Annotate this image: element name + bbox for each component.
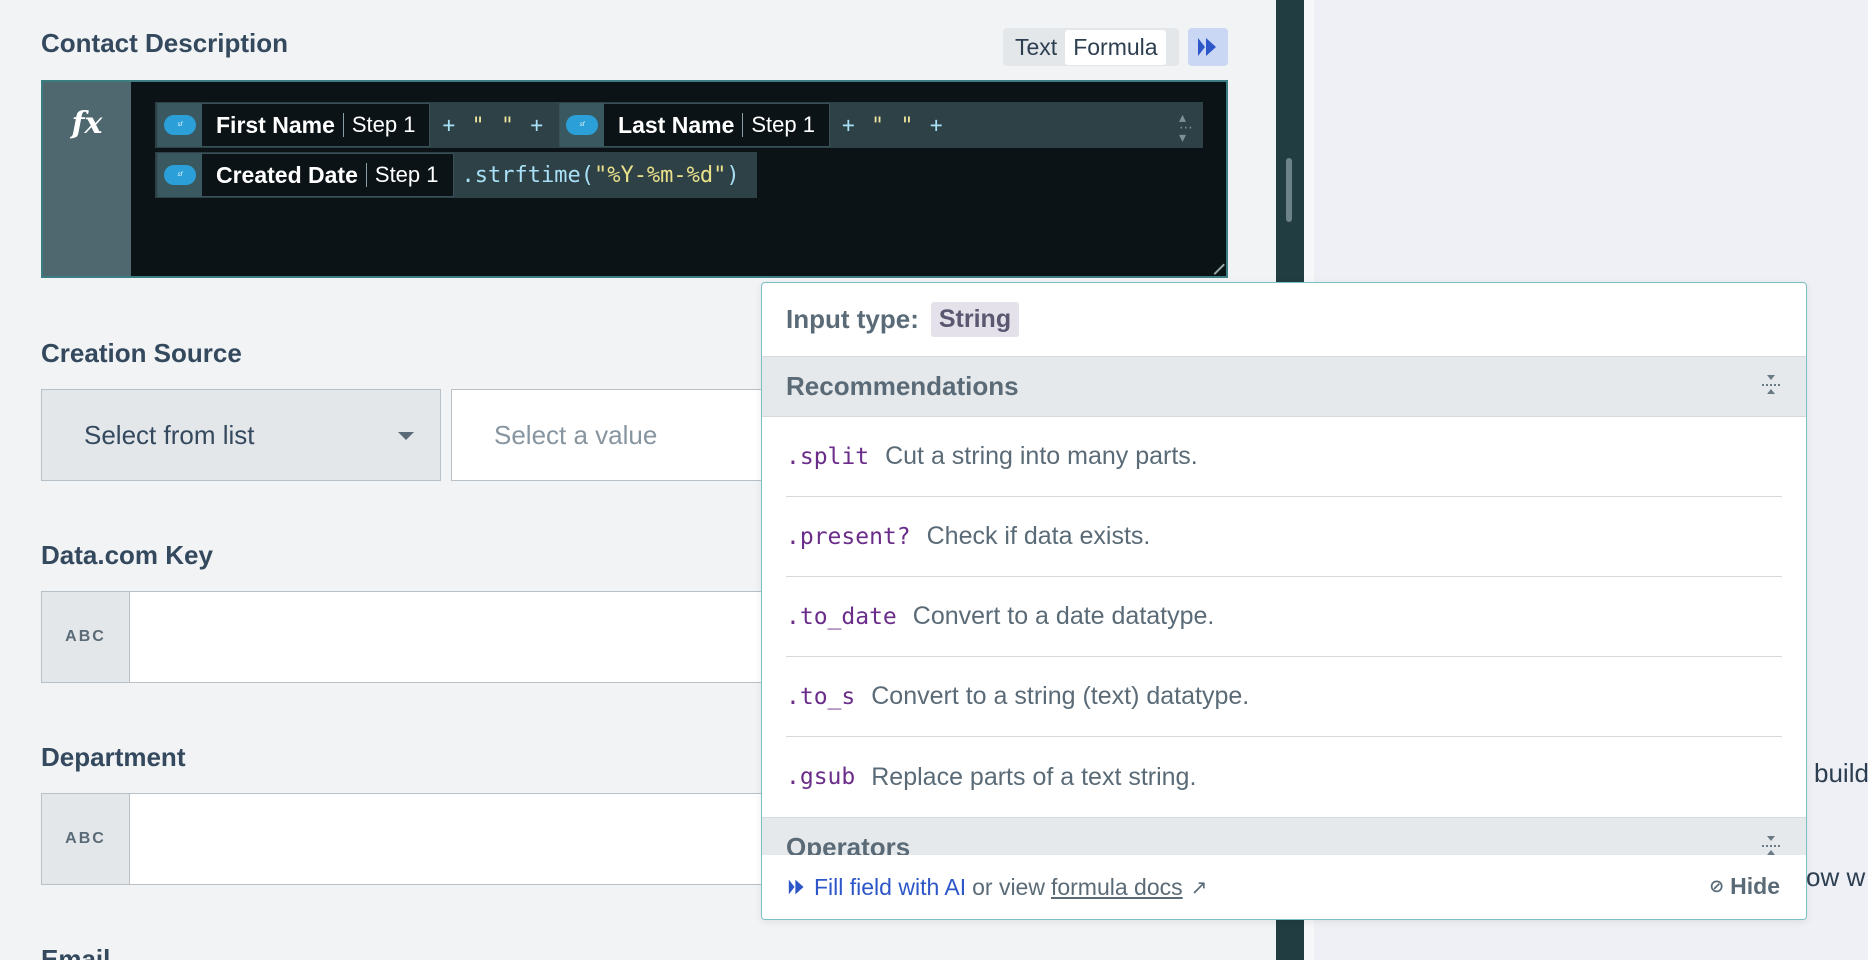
datapill-name: First Name xyxy=(216,111,335,138)
fx-label: fx xyxy=(43,82,131,276)
fill-with-ai-text: Fill field with AI xyxy=(814,873,967,900)
contact-description-label: Contact Description xyxy=(41,28,289,58)
recommendation-desc: Convert to a string (text) datatype. xyxy=(871,682,1250,710)
datacom-key-input[interactable]: ABC xyxy=(41,591,821,683)
ai-assist-button[interactable] xyxy=(1188,28,1228,66)
recommendation-method: .split xyxy=(786,443,870,470)
recommendation-desc: Check if data exists. xyxy=(926,522,1151,550)
datacom-key-label: Data.com Key xyxy=(41,540,213,570)
text-type-icon: ABC xyxy=(42,794,130,884)
recommendation-item[interactable]: .to_date Convert to a date datatype. xyxy=(786,577,1782,657)
datapill-separator xyxy=(342,113,344,137)
recommendation-item[interactable]: .split Cut a string into many parts. xyxy=(786,417,1782,497)
recommendation-method: .gsub xyxy=(786,764,856,790)
text-type-icon: ABC xyxy=(42,592,130,682)
collapse-icon[interactable] xyxy=(1762,375,1780,395)
text-formula-toggle[interactable]: Text Formula xyxy=(1003,28,1179,66)
external-link-icon: ↗ xyxy=(1190,876,1208,899)
recommendation-method: .to_s xyxy=(786,683,856,710)
recommendations-title: Recommendations xyxy=(786,371,1019,401)
input-type-badge: String xyxy=(930,302,1020,337)
department-input[interactable]: ABC xyxy=(41,793,821,885)
datapill-name: Last Name xyxy=(618,111,735,138)
hide-label: Hide xyxy=(1730,873,1780,899)
dropdown-value: Select from list xyxy=(84,419,255,450)
resize-handle-icon[interactable] xyxy=(1205,255,1225,275)
ai-sparkle-icon xyxy=(788,879,804,895)
or-view-text: or view xyxy=(972,873,1045,900)
hide-button[interactable]: ⊘ Hide xyxy=(1709,873,1780,900)
formula-line-1: sf First Name Step 1 + " " + sf Last Nam… xyxy=(155,102,1203,148)
popover-footer: Fill field with AI or view formula docs … xyxy=(762,855,1806,919)
datapill-step: Step 1 xyxy=(751,112,815,137)
datapill-created-date[interactable]: sf Created Date Step 1 xyxy=(157,153,454,197)
input-type-label: Input type: xyxy=(786,304,919,334)
fill-with-ai-link[interactable]: Fill field with AI xyxy=(786,874,966,901)
recommendation-item[interactable]: .gsub Replace parts of a text string. xyxy=(786,737,1782,817)
salesforce-logo-icon: sf xyxy=(560,103,605,147)
toggle-formula-option[interactable]: Formula xyxy=(1065,29,1166,65)
salesforce-logo-icon: sf xyxy=(158,153,202,197)
drag-handle-icon[interactable]: ▴ ⋯ ▾ xyxy=(1179,110,1193,144)
formula-operator: + " " + xyxy=(841,113,945,137)
recommendation-item[interactable]: .to_s Convert to a string (text) datatyp… xyxy=(786,657,1782,737)
toggle-text-option[interactable]: Text xyxy=(1007,30,1065,65)
formula-editor[interactable]: fx sf First Name Step 1 + " " + sf Last … xyxy=(41,80,1228,278)
email-label: Email xyxy=(41,944,111,960)
right-panel-text-fragment: ow w xyxy=(1806,862,1866,892)
formula-operator: + " " + xyxy=(442,113,546,137)
select-from-list-dropdown[interactable]: Select from list xyxy=(41,389,441,481)
formula-code: .strftime("%Y-%m-%d") xyxy=(461,162,740,188)
formula-suggestions-popover: Input type: String Recommendations .spli… xyxy=(761,282,1807,920)
creation-source-label: Creation Source xyxy=(41,338,242,368)
chevron-down-icon xyxy=(398,432,414,440)
department-label: Department xyxy=(41,742,186,772)
datapill-name: Created Date xyxy=(216,161,358,188)
recommendation-item[interactable]: .present? Check if data exists. xyxy=(786,497,1782,577)
recommendation-desc: Replace parts of a text string. xyxy=(871,762,1197,791)
ai-sparkle-icon xyxy=(1198,38,1216,56)
salesforce-logo-icon: sf xyxy=(158,103,202,147)
input-type-header: Input type: String xyxy=(762,283,1806,357)
formula-line-2: sf Created Date Step 1 .strftime("%Y-%m-… xyxy=(155,152,757,198)
scrollbar-thumb[interactable] xyxy=(1286,158,1292,222)
fx-icon: fx xyxy=(71,106,103,141)
recommendation-desc: Cut a string into many parts. xyxy=(885,442,1198,470)
eye-off-icon: ⊘ xyxy=(1709,876,1725,896)
datapill-step: Step 1 xyxy=(351,112,416,137)
select-value-input[interactable]: Select a value xyxy=(451,389,811,481)
formula-docs-link[interactable]: formula docs xyxy=(1051,874,1183,901)
collapse-icon[interactable] xyxy=(1762,836,1780,856)
datapill-separator xyxy=(365,163,367,187)
recommendation-method: .to_date xyxy=(786,603,897,630)
recommendation-desc: Convert to a date datatype. xyxy=(912,602,1215,630)
datapill-step: Step 1 xyxy=(374,162,439,187)
input-placeholder: Select a value xyxy=(494,419,658,450)
recommendation-method: .present? xyxy=(786,523,911,550)
datapill-separator xyxy=(742,113,744,137)
datapill-last-name[interactable]: sf Last Name Step 1 xyxy=(559,103,830,147)
datapill-first-name[interactable]: sf First Name Step 1 xyxy=(157,103,431,147)
recommendations-section-header[interactable]: Recommendations xyxy=(762,357,1806,417)
right-panel-text-fragment: build xyxy=(1814,758,1868,788)
